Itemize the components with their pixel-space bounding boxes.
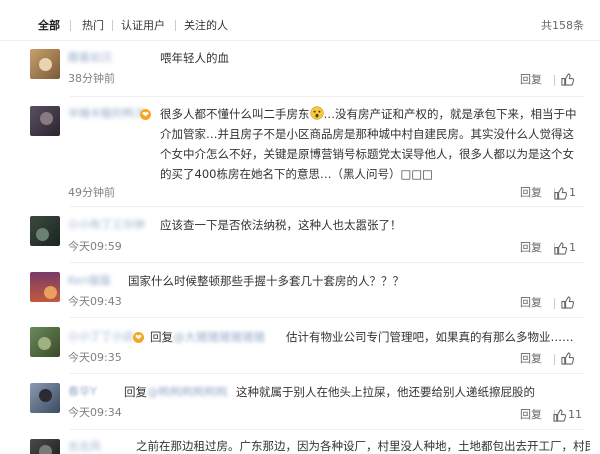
comment-time: 今天09:35 (68, 351, 122, 364)
comment-text: 这种就属于别人在他头上拉屎，他还要给别人递纸擦屁股的 (236, 385, 535, 399)
avatar[interactable] (30, 106, 60, 136)
reply-button[interactable]: 回复 (520, 241, 542, 255)
comment-item: 小小丁丁小店 ❤ 回复@大猪猪猪猪猪猪 估计有物业公司专门管理吧，如果真的有那么… (0, 318, 600, 374)
comment-item: Ken猫猫 国家什么时候整顿那些手握十多套几十套房的人？？？ 今天09:43 回… (0, 263, 600, 318)
thumbs-up-icon (554, 241, 567, 255)
like-button[interactable] (561, 73, 576, 86)
thumbs-up-icon (561, 296, 574, 309)
reply-button[interactable]: 回复 (520, 186, 542, 200)
username[interactable]: 小小布丁三分钟 (68, 218, 145, 232)
comment-text: 估计有物业公司专门管理吧，如果真的有那么多物业…… (286, 330, 574, 344)
comment-text: 之前在那边租过房。广东那边，因为各种设厂，村里没人种地，土地都包出去开工厂，村民… (136, 439, 590, 453)
comment-time: 49分钟前 (68, 186, 115, 199)
comment-item: 半睡半醒的鸭子 ❤ 很多人都不懂什么叫二手房东 …没有房产证和产权的，就是承包下来… (0, 97, 600, 207)
avatar[interactable] (30, 272, 60, 302)
username[interactable]: 春华Y (68, 385, 97, 399)
reply-prefix: 回复 (150, 330, 173, 344)
username[interactable]: Ken猫猫 (68, 274, 110, 288)
like-count: 11 (568, 408, 582, 421)
reply-prefix: 回复 (124, 385, 147, 399)
like-button[interactable] (561, 296, 576, 309)
like-count: 1 (569, 241, 576, 254)
vip-badge-icon: ❤ (133, 332, 144, 343)
username[interactable]: 北北风 (68, 440, 101, 454)
reply-to-user[interactable]: @大猪猪猪猪猪猪 (173, 330, 265, 344)
username[interactable]: 小小丁丁小店 (68, 330, 134, 344)
like-button[interactable]: 1 (554, 186, 576, 200)
comment-item: 小小布丁三分钟 应该查一下是否依法纳税，这种人也太嚣张了！ 今天09:59 回复… (0, 207, 600, 263)
thumbs-up-icon (561, 352, 574, 365)
reply-button[interactable]: 回复 (520, 408, 542, 422)
thumbs-up-icon (554, 186, 567, 200)
tab-divider (70, 20, 71, 31)
tab-following[interactable]: 关注的人 (184, 19, 228, 33)
comment-text-part: 很多人都不懂什么叫二手房东 (160, 107, 310, 121)
thumbs-up-icon (553, 408, 566, 422)
comment-text: 喂年轻人的血 (160, 51, 229, 65)
action-divider (554, 354, 555, 365)
comment-count: 共158条 (541, 19, 584, 32)
tab-verified-users[interactable]: 认证用户 (121, 19, 165, 33)
comment-time: 今天09:43 (68, 295, 122, 308)
username[interactable]: 半睡半醒的鸭子 (68, 107, 145, 121)
tab-hot[interactable]: 热门 (82, 19, 104, 33)
comment-item: 北北风 之前在那边租过房。广东那边，因为各种设厂，村里没人种地，土地都包出去开工… (0, 430, 600, 454)
like-button[interactable]: 1 (554, 241, 576, 255)
comment-time: 今天09:34 (68, 406, 122, 419)
action-divider (554, 298, 555, 309)
comment-filter-tabs: 全部 热门 认证用户 关注的人 共158条 (0, 0, 600, 41)
comment-item: 醒着如沉 喂年轻人的血 38分钟前 回复 (0, 40, 600, 97)
tab-all[interactable]: 全部 (38, 19, 60, 33)
tab-divider (112, 20, 113, 31)
thumbs-up-icon (561, 73, 574, 86)
avatar[interactable] (30, 439, 60, 454)
avatar[interactable] (30, 216, 60, 246)
avatar[interactable] (30, 49, 60, 79)
vip-badge-icon: ❤ (140, 109, 151, 120)
comment-text: 应该查一下是否依法纳税，这种人也太嚣张了！ (160, 218, 402, 232)
like-count: 1 (569, 186, 576, 199)
tab-divider (175, 20, 176, 31)
like-button[interactable]: 11 (553, 408, 582, 422)
reply-to-user[interactable]: @鸭鸭鸭鸭鸭鸭 (147, 385, 228, 399)
comment-text: 很多人都不懂什么叫二手房东 …没有房产证和产权的，就是承包下来，相当于中介加管家…… (160, 104, 584, 184)
reply-button[interactable]: 回复 (520, 352, 542, 366)
surprised-face-icon (309, 106, 324, 120)
action-divider (554, 75, 555, 86)
reply-button[interactable]: 回复 (520, 296, 542, 310)
comment-time: 今天09:59 (68, 240, 122, 253)
comment-time: 38分钟前 (68, 72, 115, 85)
avatar[interactable] (30, 327, 60, 357)
reply-button[interactable]: 回复 (520, 73, 542, 87)
avatar[interactable] (30, 383, 60, 413)
comment-item: 春华Y 回复@鸭鸭鸭鸭鸭鸭 这种就属于别人在他头上拉屎，他还要给别人递纸擦屁股的… (0, 374, 600, 430)
username[interactable]: 醒着如沉 (68, 51, 112, 65)
comment-text: 国家什么时候整顿那些手握十多套几十套房的人？？？ (128, 274, 404, 288)
like-button[interactable] (561, 352, 576, 365)
